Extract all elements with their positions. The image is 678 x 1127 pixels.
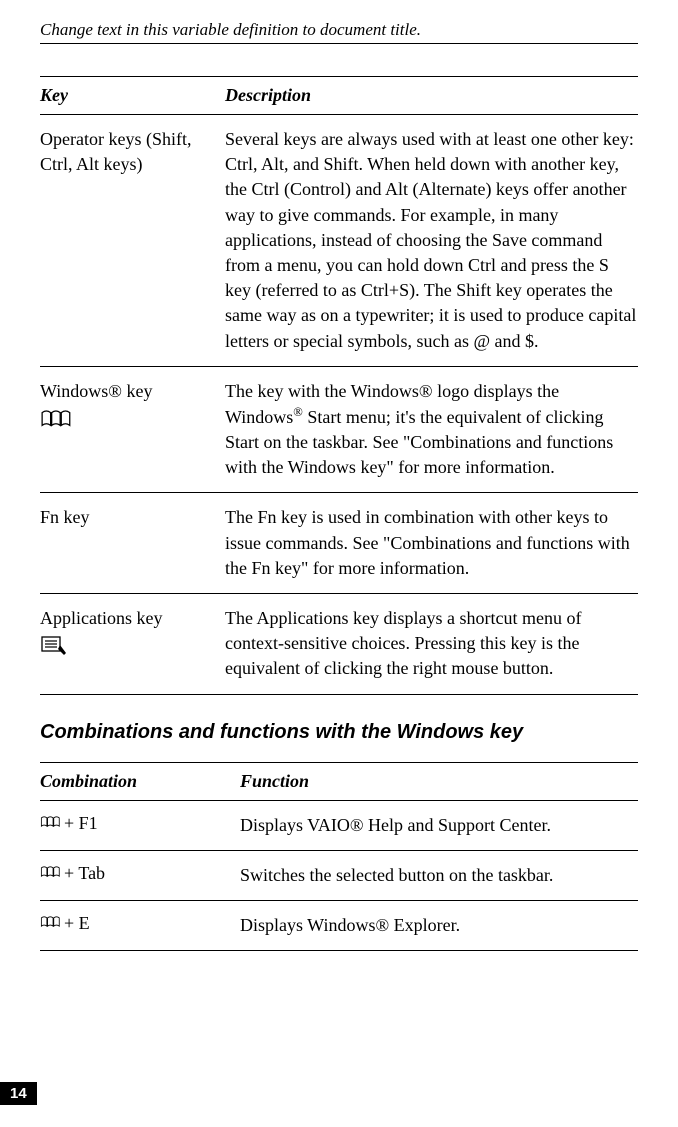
table-row: + Tab Switches the selected button on th… <box>40 851 638 901</box>
desc-applications: The Applications key displays a shortcut… <box>225 606 638 682</box>
combo-f1-text: + F1 <box>64 813 98 834</box>
key-windows: Windows® key <box>40 379 225 437</box>
combo-e-text: + E <box>64 913 90 934</box>
table1-header-desc: Description <box>225 85 638 106</box>
func-f1: Displays VAIO® Help and Support Center. <box>240 813 638 838</box>
desc-windows: The key with the Windows® logo displays … <box>225 379 638 481</box>
table-row: + E Displays Windows® Explorer. <box>40 901 638 951</box>
key-applications-label: Applications key <box>40 608 162 628</box>
table-row: Windows® key The key with the Windows® l… <box>40 367 638 494</box>
table2-header-func: Function <box>240 771 638 792</box>
applications-key-icon <box>40 635 215 664</box>
windows-key-icon <box>40 813 62 834</box>
combo-tab: + Tab <box>40 863 240 884</box>
combo-e: + E <box>40 913 240 934</box>
desc-fn: The Fn key is used in combination with o… <box>225 505 638 581</box>
combo-f1: + F1 <box>40 813 240 834</box>
table-row: Operator keys (Shift, Ctrl, Alt keys) Se… <box>40 115 638 367</box>
windows-key-icon <box>40 913 62 934</box>
registered-sup: ® <box>293 405 303 419</box>
table2-header: Combination Function <box>40 762 638 801</box>
table1-header-key: Key <box>40 85 225 106</box>
key-operator: Operator keys (Shift, Ctrl, Alt keys) <box>40 127 225 177</box>
table-row: Fn key The Fn key is used in combination… <box>40 493 638 594</box>
document-header: Change text in this variable definition … <box>40 20 638 44</box>
key-applications: Applications key <box>40 606 225 664</box>
table2-header-combo: Combination <box>40 771 240 792</box>
combo-tab-text: + Tab <box>64 863 105 884</box>
table-row: + F1 Displays VAIO® Help and Support Cen… <box>40 801 638 851</box>
key-windows-label: Windows® key <box>40 381 152 401</box>
windows-key-icon <box>40 863 62 884</box>
key-fn: Fn key <box>40 505 225 530</box>
func-tab: Switches the selected button on the task… <box>240 863 638 888</box>
desc-operator: Several keys are always used with at lea… <box>225 127 638 354</box>
table-row: Applications key The Applications key di… <box>40 594 638 695</box>
func-e: Displays Windows® Explorer. <box>240 913 638 938</box>
section-heading-windows-combinations: Combinations and functions with the Wind… <box>40 721 638 744</box>
table1-header: Key Description <box>40 76 638 115</box>
page-number: 14 <box>0 1082 37 1105</box>
windows-key-icon <box>40 408 215 437</box>
